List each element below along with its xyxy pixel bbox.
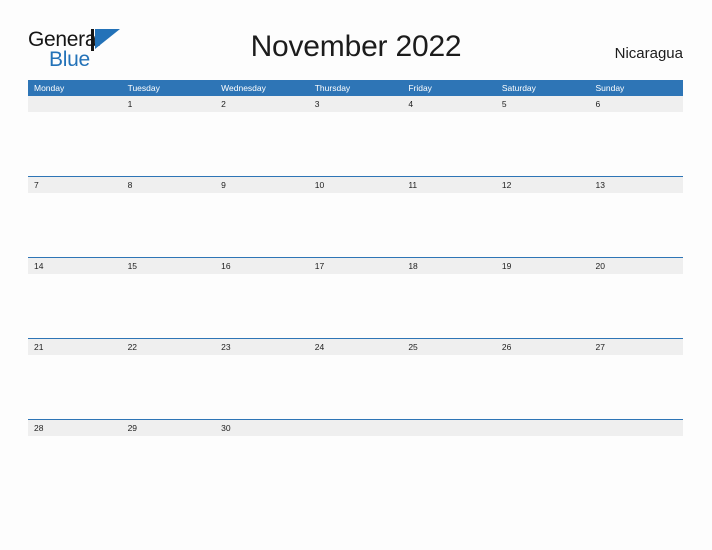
- day-cell[interactable]: 21: [28, 339, 122, 355]
- week-daynumber-strip: 21 22 23 24 25 26 27: [28, 339, 683, 355]
- day-cell[interactable]: [402, 420, 496, 436]
- calendar-week-row: 14 15 16 17 18 19 20: [28, 257, 683, 338]
- monthly-calendar-grid: Monday Tuesday Wednesday Thursday Friday…: [28, 80, 683, 436]
- day-cell[interactable]: [589, 420, 683, 436]
- weekday-header-wednesday: Wednesday: [221, 83, 266, 93]
- day-cell[interactable]: 16: [215, 258, 309, 274]
- day-cell[interactable]: 20: [589, 258, 683, 274]
- week-daynumber-strip: 14 15 16 17 18 19 20: [28, 258, 683, 274]
- weekday-header-monday: Monday: [34, 83, 65, 93]
- day-cell[interactable]: 17: [309, 258, 403, 274]
- day-cell[interactable]: 30: [215, 420, 309, 436]
- calendar-week-row: 21 22 23 24 25 26 27: [28, 338, 683, 419]
- weekday-header-tuesday: Tuesday: [127, 83, 160, 93]
- week-daynumber-strip: 1 2 3 4 5 6: [28, 96, 683, 112]
- page-header: General Blue November 2022 Nicaragua: [0, 0, 712, 80]
- weekday-header-row: Monday Tuesday Wednesday Thursday Friday…: [28, 80, 683, 96]
- day-cell[interactable]: 26: [496, 339, 590, 355]
- day-cell[interactable]: 12: [496, 177, 590, 193]
- calendar-week-row: 28 29 30: [28, 419, 683, 436]
- day-cell[interactable]: 11: [402, 177, 496, 193]
- day-cell[interactable]: 29: [122, 420, 216, 436]
- week-notes-area[interactable]: [28, 274, 683, 338]
- weekday-header-saturday: Saturday: [501, 83, 536, 93]
- day-cell[interactable]: 22: [122, 339, 216, 355]
- day-cell[interactable]: 3: [309, 96, 403, 112]
- day-cell[interactable]: 28: [28, 420, 122, 436]
- page-title: November 2022: [250, 30, 462, 63]
- week-notes-area[interactable]: [28, 112, 683, 176]
- day-cell[interactable]: 5: [496, 96, 590, 112]
- week-daynumber-strip: 28 29 30: [28, 420, 683, 436]
- day-cell[interactable]: 27: [589, 339, 683, 355]
- day-cell[interactable]: 13: [589, 177, 683, 193]
- day-cell[interactable]: 14: [28, 258, 122, 274]
- day-cell[interactable]: [496, 420, 590, 436]
- day-cell[interactable]: [309, 420, 403, 436]
- week-notes-area[interactable]: [28, 193, 683, 257]
- day-cell[interactable]: 24: [309, 339, 403, 355]
- calendar-week-row: 1 2 3 4 5 6: [28, 96, 683, 176]
- day-cell[interactable]: 15: [122, 258, 216, 274]
- day-cell[interactable]: 8: [122, 177, 216, 193]
- day-cell[interactable]: 9: [215, 177, 309, 193]
- day-cell[interactable]: 23: [215, 339, 309, 355]
- week-daynumber-strip: 7 8 9 10 11 12 13: [28, 177, 683, 193]
- weekday-header-friday: Friday: [408, 83, 432, 93]
- day-cell[interactable]: 4: [402, 96, 496, 112]
- day-cell[interactable]: 19: [496, 258, 590, 274]
- day-cell[interactable]: 7: [28, 177, 122, 193]
- day-cell[interactable]: 18: [402, 258, 496, 274]
- week-notes-area[interactable]: [28, 355, 683, 419]
- weekday-header-thursday: Thursday: [314, 83, 351, 93]
- day-cell[interactable]: [28, 96, 122, 112]
- country-label: Nicaragua: [614, 45, 683, 62]
- day-cell[interactable]: 1: [122, 96, 216, 112]
- day-cell[interactable]: 2: [215, 96, 309, 112]
- day-cell[interactable]: 10: [309, 177, 403, 193]
- day-cell[interactable]: 6: [589, 96, 683, 112]
- weekday-header-sunday: Sunday: [595, 83, 625, 93]
- day-cell[interactable]: 25: [402, 339, 496, 355]
- calendar-week-row: 7 8 9 10 11 12 13: [28, 176, 683, 257]
